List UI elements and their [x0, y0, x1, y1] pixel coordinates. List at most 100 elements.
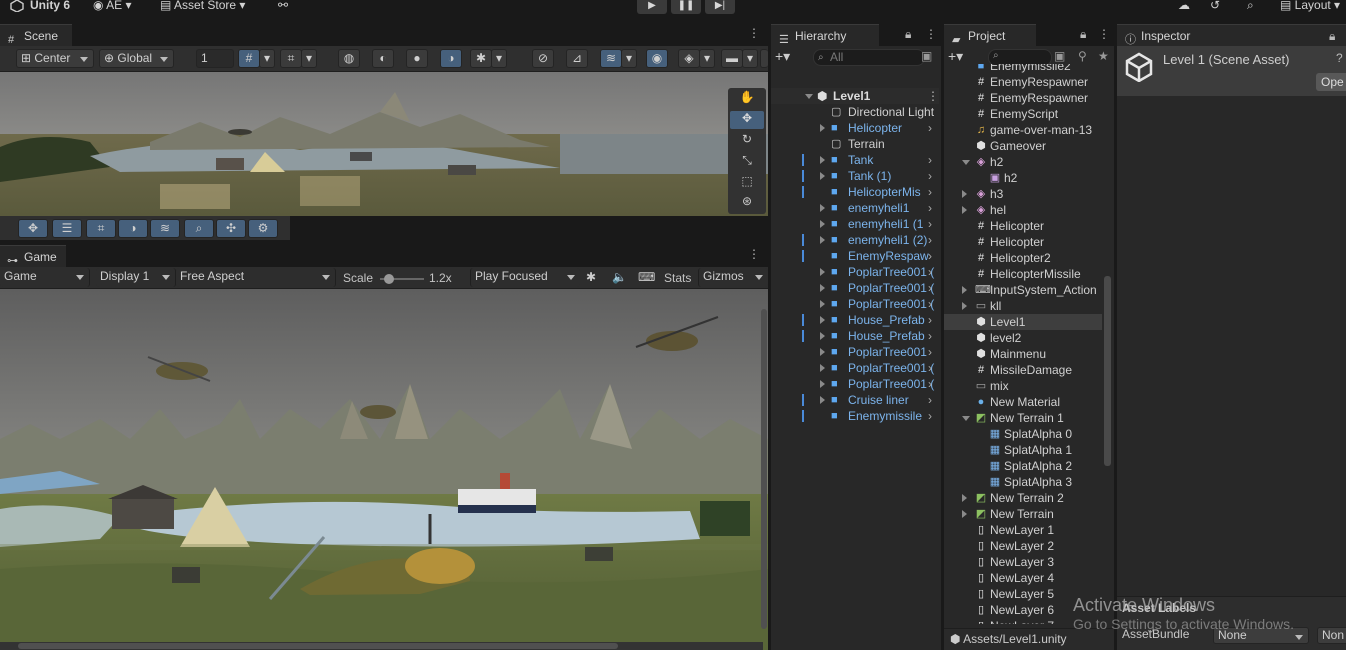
hierarchy-item[interactable]: ■ HelicopterMis › [771, 184, 939, 200]
project-item[interactable]: ♫ game-over-man-13 [944, 122, 1102, 138]
scale-slider-handle[interactable] [384, 274, 394, 284]
shading-icon[interactable]: ◑ [118, 219, 148, 238]
snap-grid-icon[interactable]: ⌗ [86, 219, 116, 238]
hierarchy-item[interactable]: ■ enemyheli1 (1 › [771, 216, 939, 232]
zoom-icon[interactable]: ⌕ [184, 219, 214, 238]
project-item[interactable]: ▯ NewLayer 6 [944, 602, 1102, 618]
fold-toggle-icon[interactable] [820, 396, 825, 404]
hierarchy-item[interactable]: ■ enemyheli1 (2) › [771, 232, 939, 248]
add-object-button[interactable]: +▾ [775, 48, 790, 65]
layout-dropdown[interactable]: ▤ Layout ▾ [1280, 0, 1340, 14]
scale-slider[interactable] [380, 274, 424, 284]
open-prefab-chevron-icon[interactable]: › [928, 248, 932, 264]
open-prefab-chevron-icon[interactable]: › [928, 408, 932, 424]
hierarchy-item[interactable]: ■ EnemyRespaw › [771, 248, 939, 264]
grid-snap-icon[interactable]: # [238, 49, 260, 68]
rect-tool-icon[interactable]: ⬚ [730, 174, 764, 192]
project-item[interactable]: # Helicopter [944, 218, 1102, 234]
lock-icon[interactable]: 🔒︎ [1080, 27, 1086, 42]
stack-icon[interactable]: ◈ [678, 49, 700, 68]
increment-snap-icon[interactable]: ⌗ [280, 49, 302, 68]
mute-audio-icon[interactable]: 🔈 [612, 270, 627, 284]
visibility-icon[interactable]: ◉ [646, 49, 668, 68]
shaded-icon[interactable]: ● [406, 49, 428, 68]
transform-tool-icon[interactable]: ⊛ [730, 194, 764, 212]
fold-toggle-icon[interactable] [962, 286, 967, 294]
fold-toggle-icon[interactable] [962, 206, 967, 214]
fold-toggle-icon[interactable] [805, 94, 813, 99]
project-item[interactable]: ◩ New Terrain 1 [944, 410, 1102, 426]
scale-tool-icon[interactable]: ⤡ [730, 153, 764, 171]
version-control-icon[interactable]: ⚯ [278, 0, 288, 14]
project-item[interactable]: ▯ NewLayer 5 [944, 586, 1102, 602]
open-prefab-chevron-icon[interactable]: › [928, 200, 932, 216]
stack-dropdown[interactable]: ▾ [699, 49, 715, 68]
grid-size-input[interactable]: 1 [196, 49, 234, 68]
kebab-menu-icon[interactable]: ⋮ [925, 27, 937, 41]
hierarchy-item[interactable]: ▢ Directional Light [771, 104, 939, 120]
vertical-scrollbar-thumb[interactable] [761, 309, 767, 629]
rotate-tool-icon[interactable]: ↻ [730, 132, 764, 150]
hierarchy-item[interactable]: ■ Helicopter › [771, 120, 939, 136]
horizontal-scrollbar-thumb[interactable] [18, 643, 618, 649]
project-item[interactable]: # Helicopter [944, 234, 1102, 250]
project-item[interactable]: ● New Material [944, 394, 1102, 410]
open-prefab-chevron-icon[interactable]: › [928, 184, 932, 200]
aspect-dropdown[interactable]: Free Aspect [176, 268, 336, 287]
project-item[interactable]: # EnemyRespawner [944, 74, 1102, 90]
pause-button[interactable]: ❚❚ [671, 0, 701, 14]
kebab-menu-icon[interactable]: ⋮ [748, 247, 760, 261]
project-item[interactable]: # HelicopterMissile [944, 266, 1102, 282]
project-item[interactable]: ▭ kll [944, 298, 1102, 314]
project-item[interactable]: ⌨ InputSystem_Action [944, 282, 1102, 298]
fold-toggle-icon[interactable] [962, 190, 967, 198]
kebab-menu-icon[interactable]: ⋮ [927, 88, 939, 104]
open-button[interactable]: Ope [1316, 73, 1346, 91]
project-item[interactable]: ▦ SplatAlpha 2 [944, 458, 1102, 474]
fold-toggle-icon[interactable] [820, 348, 825, 356]
fold-toggle-icon[interactable] [962, 416, 970, 421]
debug-dropdown[interactable]: ▾ [491, 49, 507, 68]
game-mode-dropdown[interactable]: Game [0, 268, 90, 287]
open-prefab-chevron-icon[interactable]: › [928, 392, 932, 408]
project-item[interactable]: # EnemyRespawner [944, 90, 1102, 106]
filter-icon[interactable]: ▣ [921, 49, 932, 63]
project-item[interactable]: ◩ New Terrain [944, 506, 1102, 522]
open-prefab-chevron-icon[interactable]: › [928, 280, 932, 296]
layers-dropdown[interactable]: ▾ [621, 49, 637, 68]
hand-tool-icon[interactable]: ✋ [730, 90, 764, 108]
scene-viewport[interactable]: ✋ ✥ ↻ ⤡ ⬚ ⊛ [0, 72, 768, 216]
fold-toggle-icon[interactable] [820, 364, 825, 372]
project-item[interactable]: ▭ mix [944, 378, 1102, 394]
project-item[interactable]: ▯ NewLayer 2 [944, 538, 1102, 554]
play-mode-dropdown[interactable]: Play Focused [470, 268, 580, 287]
lock-icon[interactable]: 🔒︎ [905, 27, 911, 42]
open-prefab-chevron-icon[interactable]: › [928, 296, 932, 312]
hierarchy-item[interactable]: ■ PoplarTree001 (› [771, 296, 939, 312]
camera-dropdown[interactable]: ▾ [742, 49, 758, 68]
horizontal-scrollbar[interactable] [0, 642, 763, 650]
fold-toggle-icon[interactable] [820, 284, 825, 292]
project-item[interactable]: ▯ NewLayer 3 [944, 554, 1102, 570]
hierarchy-item[interactable]: ■ Tank › [771, 152, 939, 168]
project-item[interactable]: ⬢ level2 [944, 330, 1102, 346]
hierarchy-item[interactable]: ■ PoplarTree001 › [771, 344, 939, 360]
space-dropdown[interactable]: ⊕ Global [99, 49, 174, 68]
open-prefab-chevron-icon[interactable]: › [928, 344, 932, 360]
account-dropdown[interactable]: ◉ AE ▾ [93, 0, 132, 14]
project-scrollbar-thumb[interactable] [1104, 276, 1111, 466]
hierarchy-item[interactable]: ▢ Terrain [771, 136, 939, 152]
fold-toggle-icon[interactable] [820, 332, 825, 340]
project-item[interactable]: # MissileDamage [944, 362, 1102, 378]
fold-toggle-icon[interactable] [820, 204, 825, 212]
fold-toggle-icon[interactable] [820, 220, 825, 228]
kebab-menu-icon[interactable]: ⋮ [1098, 27, 1110, 41]
stats-button[interactable]: Stats [664, 271, 691, 285]
game-viewport[interactable] [0, 289, 768, 650]
fold-toggle-icon[interactable] [820, 380, 825, 388]
hierarchy-item[interactable]: ■ House_Prefab › [771, 312, 939, 328]
layer-tool-icon[interactable]: ≋ [150, 219, 180, 238]
pivot-tool-icon[interactable]: ✣ [216, 219, 246, 238]
cloud-icon[interactable]: ☁ [1178, 0, 1190, 14]
assetbundle-dropdown[interactable]: None [1213, 627, 1309, 644]
